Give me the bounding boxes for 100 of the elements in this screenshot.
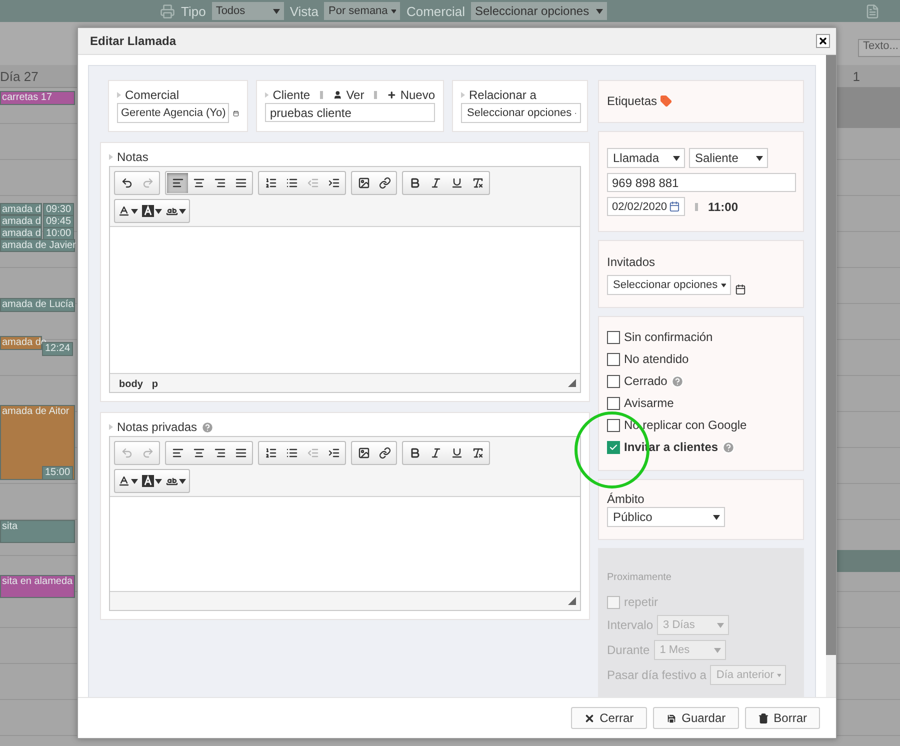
calendar-event[interactable]: carretas 17 <box>0 91 75 105</box>
scope-select[interactable]: Público <box>607 507 725 527</box>
bullet-list-icon <box>286 447 298 459</box>
check-icon <box>609 442 618 452</box>
search-field[interactable]: Texto... <box>858 39 900 57</box>
undo-icon <box>120 447 132 459</box>
justify-icon <box>234 177 246 189</box>
section-heading: Proximamente <box>607 572 672 583</box>
filter-label: Comercial <box>406 4 465 18</box>
bold-icon <box>408 447 420 459</box>
sales-rep-select[interactable]: Seleccionar opciones <box>471 2 607 20</box>
align-right-icon <box>214 177 226 189</box>
checkbox-label: Avisarme <box>624 396 674 410</box>
type-select[interactable]: Todos <box>212 2 284 20</box>
direction-select[interactable]: Saliente <box>689 148 768 168</box>
triangle-icon <box>265 92 269 98</box>
delete-button[interactable]: Borrar <box>744 707 820 729</box>
underline-icon <box>450 177 462 189</box>
scrollbar[interactable] <box>826 55 836 697</box>
close-button[interactable] <box>816 34 830 48</box>
plus-icon[interactable] <box>387 90 396 100</box>
align-left-icon <box>172 177 184 189</box>
phone-field[interactable]: 969 898 881 <box>607 173 796 192</box>
checkbox[interactable] <box>607 374 620 388</box>
field-label: Relacionar a <box>469 88 536 102</box>
element-path-item[interactable]: body <box>119 379 143 390</box>
checkbox[interactable] <box>607 418 620 432</box>
date-field[interactable]: 02/02/2020 <box>607 197 685 216</box>
checkbox[interactable] <box>607 352 620 366</box>
view-link[interactable]: Ver <box>346 88 364 102</box>
save-icon <box>666 712 677 724</box>
field-label: Durante <box>607 643 650 657</box>
client-field[interactable]: pruebas cliente <box>265 103 435 122</box>
event-time: 12:24 <box>42 342 74 356</box>
checkbox[interactable] <box>607 440 620 454</box>
link-icon <box>378 177 390 189</box>
close-button[interactable]: Cerrar <box>570 707 647 729</box>
view-select[interactable]: Por semana <box>324 2 400 20</box>
help-icon[interactable] <box>201 420 214 434</box>
align-left-icon <box>172 447 184 459</box>
time-text[interactable]: 11:00 <box>708 200 738 214</box>
clear-format-icon <box>472 177 484 189</box>
align-left-button[interactable] <box>167 173 188 193</box>
tags-label: Etiquetas <box>607 94 658 108</box>
italic-icon <box>430 447 442 459</box>
justify-icon <box>234 447 246 459</box>
bold-icon <box>408 177 420 189</box>
checkbox[interactable] <box>607 330 620 344</box>
undo-icon <box>120 177 132 189</box>
field-label: Intervalo <box>607 618 654 632</box>
field-label: Cliente <box>272 88 310 102</box>
help-icon[interactable] <box>671 374 684 388</box>
field-label: Comercial <box>125 88 180 102</box>
calendar-icon[interactable] <box>735 284 746 294</box>
field-label: Ámbito <box>607 492 644 506</box>
indent-icon <box>328 447 340 459</box>
editor-label: Notas privadas <box>117 420 198 434</box>
guests-select[interactable]: Seleccionar opciones <box>607 275 731 295</box>
ordered-list-icon <box>264 177 276 189</box>
activity-type-select[interactable]: Llamada <box>607 148 685 168</box>
image-icon <box>358 447 370 459</box>
redo-icon <box>142 447 154 459</box>
sales-rep-select[interactable]: Gerente Agencia (Yo) <box>117 103 229 123</box>
day-label: 1 <box>852 68 860 84</box>
resize-grip-icon[interactable] <box>568 379 576 387</box>
image-icon <box>358 177 370 189</box>
filter-label: Vista <box>290 4 318 18</box>
calendar-event[interactable]: sita en alameda <box>0 575 75 598</box>
indent-icon <box>328 177 340 189</box>
italic-icon <box>430 177 442 189</box>
clear-format-icon <box>472 447 484 459</box>
align-center-icon <box>192 447 204 459</box>
close-icon <box>584 712 595 724</box>
triangle-icon <box>109 154 113 160</box>
underline-icon <box>450 447 462 459</box>
outdent-icon <box>306 447 318 459</box>
checkbox-label: Sin confirmación <box>624 330 713 344</box>
checkbox-label: Cerrado <box>624 374 668 388</box>
save-button[interactable]: Guardar <box>652 707 739 729</box>
align-right-icon <box>214 447 226 459</box>
field-label: Pasar día festivo a <box>607 668 706 682</box>
user-icon[interactable] <box>332 90 342 100</box>
editor-label: Notas <box>117 150 148 164</box>
new-link[interactable]: Nuevo <box>400 88 435 102</box>
help-icon[interactable] <box>722 440 736 454</box>
relate-select[interactable]: Seleccionar opciones <box>461 103 581 123</box>
checkbox[interactable] <box>607 396 620 410</box>
checkbox-label: repetir <box>624 595 658 609</box>
tag-icon[interactable] <box>660 95 672 107</box>
element-path-item[interactable]: p <box>152 379 158 390</box>
resize-grip-icon[interactable] <box>568 597 576 605</box>
spellcheck-icon <box>166 205 178 217</box>
spellcheck-icon <box>166 475 178 487</box>
triangle-icon <box>117 92 121 98</box>
rich-text-editor[interactable]: body p <box>109 166 581 393</box>
checkbox-label: No atendido <box>624 352 689 366</box>
text-color-icon <box>118 475 130 487</box>
trash-icon <box>758 712 769 724</box>
calendar-icon[interactable] <box>669 201 680 212</box>
redo-icon <box>142 177 154 189</box>
